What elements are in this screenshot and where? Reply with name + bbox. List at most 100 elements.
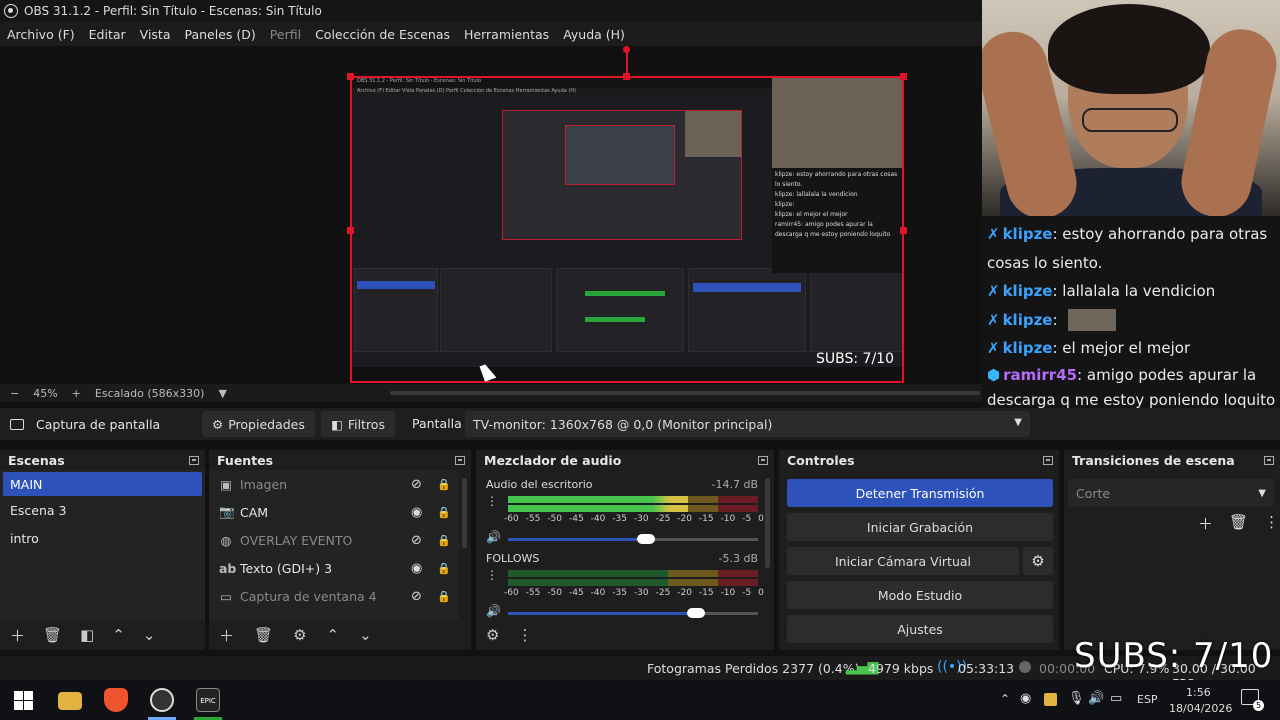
add-source-icon[interactable]: ＋: [219, 625, 234, 646]
move-down-icon[interactable]: ⌄: [143, 626, 156, 644]
virtual-camera-settings-button[interactable]: ⚙: [1023, 547, 1053, 575]
volume-slider[interactable]: [508, 608, 758, 618]
scenes-toolbar: ＋ 🗑 ◧ ⌃ ⌄: [0, 620, 205, 650]
remove-scene-icon[interactable]: 🗑: [43, 626, 62, 644]
file-explorer-icon[interactable]: [58, 692, 82, 710]
start-virtual-camera-button[interactable]: Iniciar Cámara Virtual: [787, 547, 1019, 575]
start-recording-button[interactable]: Iniciar Grabación: [787, 513, 1053, 541]
resize-handle-tl[interactable]: [347, 73, 354, 80]
sources-scrollbar[interactable]: [462, 478, 467, 548]
scene-item-main[interactable]: MAIN: [3, 472, 202, 496]
windows-start-icon[interactable]: [12, 688, 36, 712]
lock-icon[interactable]: 🔒: [437, 534, 451, 547]
chat-badge-icon: ⬢: [987, 365, 1001, 384]
tray-discord-icon[interactable]: ◉: [1020, 691, 1031, 706]
move-down-icon[interactable]: ⌄: [359, 626, 372, 644]
lock-icon[interactable]: 🔒: [437, 590, 451, 603]
remove-source-icon[interactable]: 🗑: [254, 626, 273, 644]
channel-menu-icon[interactable]: ⋮: [486, 494, 498, 508]
tray-microphone-icon[interactable]: 🎙: [1068, 691, 1085, 706]
menu-coleccion-escenas[interactable]: Colección de Escenas: [308, 27, 457, 42]
visibility-off-icon[interactable]: ⊘: [411, 589, 422, 604]
channel-menu-icon[interactable]: ⋮: [486, 568, 498, 582]
menu-vista[interactable]: Vista: [133, 27, 178, 42]
nested-sources-dock: [440, 268, 552, 352]
nested-chat: klipze: estoy ahorrando para otras cosas…: [772, 168, 902, 273]
chat-message: ✗ klipze: estoy ahorrando para otras cosa…: [987, 220, 1276, 277]
visibility-off-icon[interactable]: ⊘: [411, 533, 422, 548]
undock-icon[interactable]: [455, 455, 465, 465]
lock-icon[interactable]: 🔒: [437, 506, 451, 519]
settings-button[interactable]: Ajustes: [787, 615, 1053, 643]
source-item[interactable]: 📷 CAM ◉ 🔒: [209, 498, 459, 526]
visibility-off-icon[interactable]: ⊘: [411, 477, 422, 492]
add-scene-icon[interactable]: ＋: [10, 625, 25, 646]
lock-icon[interactable]: 🔒: [437, 478, 451, 491]
add-transition-icon[interactable]: ＋: [1198, 513, 1213, 534]
scene-filters-icon[interactable]: ◧: [80, 626, 94, 644]
scene-item-intro[interactable]: intro: [0, 524, 205, 552]
source-item[interactable]: ▭ Captura de ventana 4 ⊘ 🔒: [209, 582, 459, 610]
visibility-on-icon[interactable]: ◉: [411, 505, 422, 520]
menu-perfil[interactable]: Perfil: [263, 27, 308, 42]
tray-language[interactable]: ESP: [1137, 693, 1158, 706]
menu-archivo[interactable]: Archivo (F): [0, 27, 82, 42]
brave-browser-icon[interactable]: [104, 688, 128, 712]
properties-button[interactable]: ⚙ Propiedades: [202, 411, 315, 437]
zoom-out-button[interactable]: −: [10, 387, 19, 400]
undock-icon[interactable]: [758, 455, 768, 465]
menu-editar[interactable]: Editar: [82, 27, 133, 42]
tray-network-icon[interactable]: ▭: [1110, 691, 1122, 706]
menu-paneles[interactable]: Paneles (D): [178, 27, 263, 42]
transition-menu-icon[interactable]: ⋮: [1264, 513, 1279, 534]
speaker-icon[interactable]: 🔊: [486, 530, 501, 544]
remove-transition-icon[interactable]: 🗑: [1229, 513, 1248, 534]
volume-knob[interactable]: [686, 608, 705, 618]
source-properties-icon[interactable]: ⚙: [293, 626, 306, 644]
resize-handle-tr[interactable]: [900, 73, 907, 80]
move-up-icon[interactable]: ⌃: [327, 626, 340, 644]
advanced-audio-gear-icon[interactable]: ⚙: [486, 626, 499, 644]
filters-button[interactable]: ◧ Filtros: [321, 411, 395, 437]
resize-handle-mr[interactable]: [900, 227, 907, 234]
source-item[interactable]: ◍ OVERLAY EVENTO ⊘ 🔒: [209, 526, 459, 554]
mixer-scrollbar[interactable]: [765, 478, 770, 568]
obs-taskbar-icon[interactable]: [150, 688, 174, 712]
transition-select[interactable]: Corte ▼: [1068, 479, 1274, 507]
tray-clock-date[interactable]: 18/04/2026: [1169, 702, 1232, 715]
properties-label: Propiedades: [228, 416, 305, 432]
nested-webcam: [772, 78, 902, 168]
studio-mode-button[interactable]: Modo Estudio: [787, 581, 1053, 609]
scale-mode-dropdown-icon[interactable]: ▼: [218, 387, 226, 400]
tray-volume-icon[interactable]: 🔊: [1088, 691, 1104, 706]
undock-icon[interactable]: [1264, 455, 1274, 465]
preview-canvas[interactable]: OBS 31.1.2 - Perfil: Sin Título - Escena…: [350, 76, 904, 383]
speaker-icon[interactable]: 🔊: [486, 604, 501, 618]
preview-horizontal-scrollbar[interactable]: [390, 391, 980, 395]
menu-ayuda[interactable]: Ayuda (H): [556, 27, 632, 42]
tray-overflow-icon[interactable]: ⌃: [1000, 692, 1010, 706]
chat-badge-icon: ✗: [987, 339, 1000, 357]
display-select[interactable]: TV-monitor: 1360x768 @ 0,0 (Monitor prin…: [465, 411, 1030, 437]
stream-time: 05:33:13: [958, 661, 1015, 676]
scene-item-escena-3[interactable]: Escena 3: [0, 496, 205, 524]
text-icon: ab: [219, 560, 237, 576]
volume-knob[interactable]: [636, 534, 655, 544]
undock-icon[interactable]: [189, 455, 199, 465]
epic-games-icon[interactable]: EPIC: [196, 688, 220, 712]
stop-streaming-button[interactable]: Detener Transmisión: [787, 479, 1053, 507]
lock-icon[interactable]: 🔒: [437, 562, 451, 575]
sources-toolbar: ＋ 🗑 ⚙ ⌃ ⌄: [209, 620, 471, 650]
source-item[interactable]: ▣ Imagen ⊘ 🔒: [209, 470, 459, 498]
menu-herramientas[interactable]: Herramientas: [457, 27, 556, 42]
zoom-in-button[interactable]: +: [72, 387, 81, 400]
source-item[interactable]: ab Texto (GDI+) 3 ◉ 🔒: [209, 554, 459, 582]
mixer-menu-icon[interactable]: ⋮: [517, 626, 532, 644]
resize-handle-ml[interactable]: [347, 227, 354, 234]
tray-clock-time[interactable]: 1:56: [1186, 686, 1211, 699]
undock-icon[interactable]: [1043, 455, 1053, 465]
move-up-icon[interactable]: ⌃: [112, 626, 125, 644]
visibility-on-icon[interactable]: ◉: [411, 561, 422, 576]
volume-slider[interactable]: [508, 534, 758, 544]
tray-app-icon[interactable]: [1044, 693, 1057, 706]
